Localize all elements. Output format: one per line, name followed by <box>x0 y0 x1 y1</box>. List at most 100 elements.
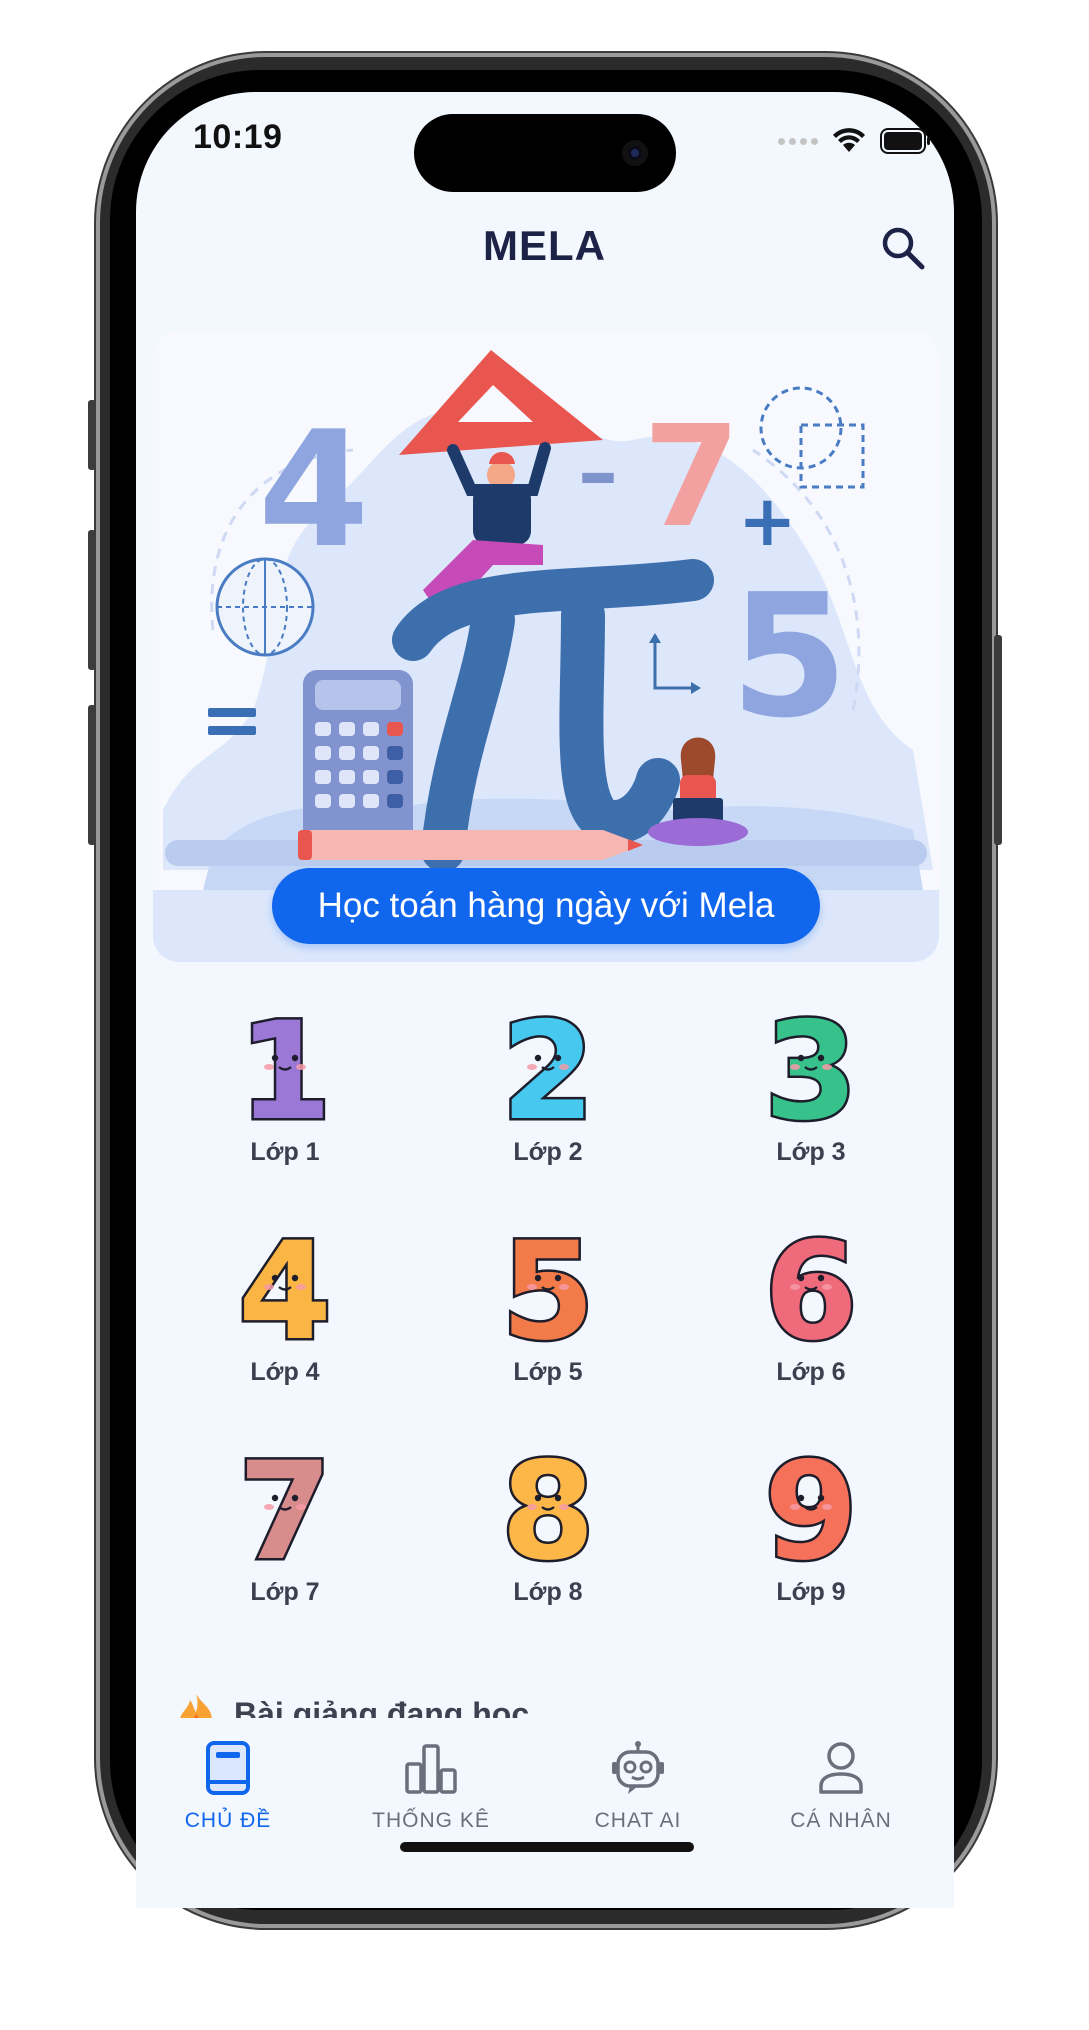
cellular-signal-icon <box>778 137 818 145</box>
wifi-icon <box>833 128 865 152</box>
grade-card-4[interactable]: 4 Lớp 4 <box>185 1220 385 1410</box>
tab-label: THỐNG KÊ <box>372 1809 490 1832</box>
mascot-eye <box>817 1494 825 1502</box>
mascot-cheek <box>822 1064 832 1070</box>
mascot-digit: 7 <box>238 1440 332 1570</box>
mascot-eye <box>797 1054 805 1062</box>
mascot-eye <box>291 1274 299 1282</box>
volume-down-button <box>88 705 96 845</box>
grade-label: Lớp 3 <box>776 1138 846 1166</box>
mascot-cheek <box>559 1504 569 1510</box>
number-3-mascot-icon: 3 <box>762 1000 861 1130</box>
grade-label: Lớp 2 <box>513 1138 583 1166</box>
mascot-cheek <box>264 1064 274 1070</box>
grade-card-3[interactable]: 3 Lớp 3 <box>711 1000 911 1190</box>
number-6-mascot-icon: 6 <box>762 1220 861 1350</box>
mascot-cheek <box>790 1064 800 1070</box>
mascot-digit: 1 <box>238 1000 332 1130</box>
mascot-digit: 4 <box>238 1220 332 1350</box>
status-time: 10:19 <box>193 118 283 156</box>
grade-label: Lớp 6 <box>776 1358 846 1386</box>
grade-card-1[interactable]: 1 Lớp 1 <box>185 1000 385 1190</box>
number-2-mascot-icon: 2 <box>499 1000 598 1130</box>
tab-thong-ke[interactable]: THỐNG KÊ <box>331 1740 531 1833</box>
mascot-cheek <box>296 1064 306 1070</box>
grade-card-8[interactable]: 8 Lớp 8 <box>448 1440 648 1630</box>
mascot-eye <box>271 1054 279 1062</box>
user-icon <box>819 1742 863 1794</box>
mascot-eye <box>554 1494 562 1502</box>
volume-up-button <box>88 530 96 670</box>
tab-label: CÁ NHÂN <box>790 1809 892 1832</box>
mascot-eye <box>797 1494 805 1502</box>
number-9-mascot-icon: 9 <box>762 1440 861 1570</box>
battery-icon <box>880 128 930 154</box>
number-4-mascot-icon: 4 <box>236 1220 335 1350</box>
power-button <box>994 635 1002 845</box>
mascot-cheek <box>527 1284 537 1290</box>
mascot-eye <box>291 1054 299 1062</box>
number-5-mascot-icon: 5 <box>499 1220 598 1350</box>
grade-label: Lớp 7 <box>250 1578 320 1606</box>
learn-daily-button[interactable]: Học toán hàng ngày với Mela <box>272 868 820 944</box>
tab-chat-ai[interactable]: CHAT AI <box>538 1740 738 1833</box>
mascot-cheek <box>264 1284 274 1290</box>
mascot-digit: 5 <box>501 1220 595 1350</box>
number-8-mascot-icon: 8 <box>499 1440 598 1570</box>
grade-card-6[interactable]: 6 Lớp 6 <box>711 1220 911 1410</box>
mascot-cheek <box>559 1284 569 1290</box>
mascot-eye <box>817 1054 825 1062</box>
svg-text:7: 7 <box>643 396 740 559</box>
mascot-eye <box>797 1274 805 1282</box>
tab-ca-nhan[interactable]: CÁ NHÂN <box>741 1740 941 1833</box>
book-icon <box>206 1741 250 1795</box>
robot-icon <box>612 1741 664 1794</box>
grade-label: Lớp 4 <box>250 1358 320 1386</box>
side-button <box>88 400 96 470</box>
status-icons <box>778 128 932 154</box>
mascot-cheek <box>264 1504 274 1510</box>
grade-card-7[interactable]: 7 Lớp 7 <box>185 1440 385 1630</box>
mascot-cheek <box>527 1504 537 1510</box>
mascot-eye <box>291 1494 299 1502</box>
mascot-digit: 2 <box>501 1000 595 1130</box>
mascot-cheek <box>296 1504 306 1510</box>
mascot-eye <box>271 1494 279 1502</box>
grade-label: Lớp 5 <box>513 1358 583 1386</box>
mascot-eye <box>534 1054 542 1062</box>
mascot-digit: 6 <box>764 1220 858 1350</box>
home-indicator[interactable] <box>400 1842 694 1852</box>
mascot-cheek <box>790 1504 800 1510</box>
mascot-cheek <box>790 1284 800 1290</box>
tab-label: CHAT AI <box>594 1809 682 1832</box>
tab-chu-de[interactable]: CHỦ ĐỀ <box>128 1740 328 1833</box>
mascot-cheek <box>296 1284 306 1290</box>
bar-chart-icon <box>405 1744 457 1794</box>
grade-label: Lớp 1 <box>250 1138 320 1166</box>
svg-text:5: 5 <box>730 558 848 756</box>
grade-card-2[interactable]: 2 Lớp 2 <box>448 1000 648 1190</box>
svg-text:+: + <box>738 480 797 562</box>
svg-text:4: 4 <box>258 396 369 583</box>
grade-label: Lớp 8 <box>513 1578 583 1606</box>
mascot-cheek <box>559 1064 569 1070</box>
grade-label: Lớp 9 <box>776 1578 846 1606</box>
mascot-digit: 8 <box>501 1440 595 1570</box>
grade-card-5[interactable]: 5 Lớp 5 <box>448 1220 648 1410</box>
mascot-cheek <box>822 1504 832 1510</box>
number-1-mascot-icon: 1 <box>236 1000 335 1130</box>
tab-label: CHỦ ĐỀ <box>184 1809 272 1832</box>
mascot-eye <box>271 1274 279 1282</box>
mascot-eye <box>534 1494 542 1502</box>
number-7-mascot-icon: 7 <box>236 1440 335 1570</box>
search-icon[interactable] <box>880 225 926 271</box>
camera-icon <box>622 140 648 166</box>
mascot-eye <box>534 1274 542 1282</box>
mascot-eye <box>554 1274 562 1282</box>
grade-card-9[interactable]: 9 Lớp 9 <box>711 1440 911 1630</box>
mascot-digit: 3 <box>764 1000 858 1130</box>
mascot-cheek <box>822 1284 832 1290</box>
mascot-eye <box>817 1274 825 1282</box>
mascot-cheek <box>527 1064 537 1070</box>
mascot-eye <box>554 1054 562 1062</box>
